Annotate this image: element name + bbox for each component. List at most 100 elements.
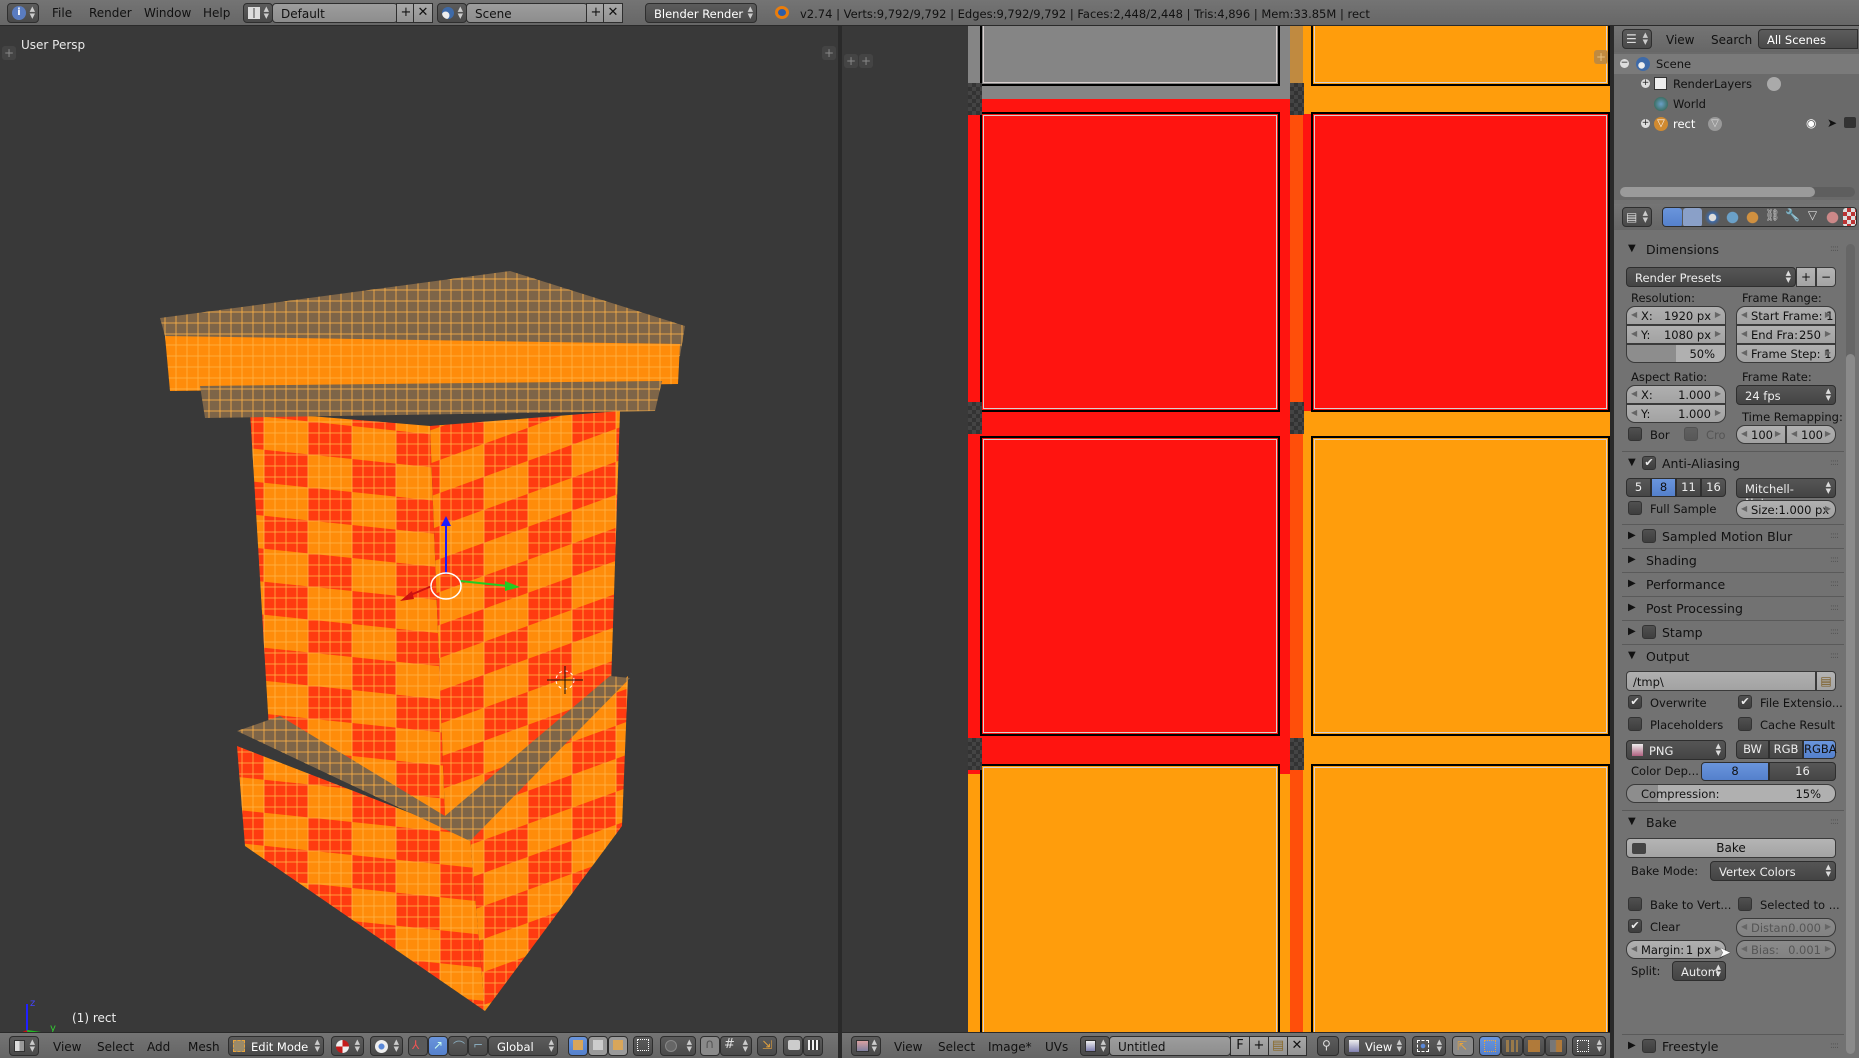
screen-layout-selector[interactable]: ▲ ▼ (243, 3, 273, 23)
outliner-display-mode-dropdown[interactable]: All Scenes (1758, 29, 1858, 49)
scene-tab-icon[interactable] (1703, 208, 1722, 226)
menu-help[interactable]: Help (203, 6, 230, 20)
renderlayers-tab-icon[interactable] (1683, 208, 1702, 226)
sticky-selection-dropdown[interactable]: ▲ ▼ (1572, 1036, 1606, 1056)
anti-aliasing-checkbox[interactable]: ✔ (1642, 456, 1656, 470)
outliner-menu-search[interactable]: Search (1711, 33, 1752, 47)
file-extension-checkbox[interactable]: ✔ (1738, 695, 1752, 709)
3d-viewport[interactable]: User Persp + + z y (1) rect (0, 26, 838, 1032)
open-image-button[interactable]: ▤ (1268, 1036, 1288, 1056)
translate-manipulator-button[interactable]: ↗ (428, 1036, 448, 1056)
compression-slider[interactable]: Compression: 15% (1626, 784, 1836, 803)
margin-field[interactable]: ◀ Margin: 1 px ▶ (1626, 940, 1726, 959)
uv-menu-select[interactable]: Select (938, 1040, 975, 1054)
editor-type-3d-view-button[interactable]: ▲ ▼ (9, 1036, 39, 1056)
start-frame-field[interactable]: ◀ Start Frame: 1 ▶ (1736, 306, 1836, 325)
selectability-cursor-icon[interactable]: ➤ (1827, 116, 1837, 130)
output-path-field[interactable]: /tmp\ (1626, 671, 1816, 691)
constraints-tab-icon[interactable]: ⛓ (1763, 208, 1782, 226)
color-mode-bw[interactable]: BW (1736, 740, 1769, 759)
properties-expand-icon[interactable]: + (1594, 50, 1608, 64)
freestyle-checkbox[interactable] (1642, 1039, 1656, 1053)
new-image-button[interactable]: + (1249, 1036, 1269, 1056)
rotate-manipulator-button[interactable]: ⌒ (448, 1036, 468, 1056)
outliner-item-world[interactable]: World (1614, 94, 1859, 114)
render-engine-dropdown[interactable]: Blender Render ▲ ▼ (645, 3, 757, 23)
uv-island[interactable] (980, 112, 1280, 412)
editor-type-uv-button[interactable]: ▲ ▼ (851, 1036, 881, 1056)
drag-grip-icon[interactable]: :::: (1830, 627, 1839, 637)
pin-image-button[interactable]: ⚲ (1317, 1036, 1339, 1056)
color-mode-rgba[interactable]: RGBA (1803, 740, 1837, 759)
mode-dropdown[interactable]: Edit Mode ▲ ▼ (228, 1036, 324, 1056)
vertex-select-mode-button[interactable] (568, 1036, 588, 1056)
menu-render[interactable]: Render (89, 6, 132, 20)
aa-samples-5[interactable]: 5 (1626, 478, 1651, 497)
uv-island-select-button[interactable] (1545, 1036, 1567, 1056)
snap-element-dropdown[interactable]: # ▲ ▼ (720, 1036, 752, 1056)
view3d-menu-view[interactable]: View (53, 1040, 81, 1054)
drag-grip-icon[interactable]: :::: (1830, 651, 1839, 661)
file-format-dropdown[interactable]: PNG ▲ ▼ (1626, 740, 1726, 760)
remove-scene-button[interactable]: ✕ (603, 3, 623, 23)
resolution-x-field[interactable]: ◀ X: 1920 px ▶ (1626, 306, 1726, 325)
fake-user-button[interactable]: F (1230, 1036, 1250, 1056)
panel-header-shading[interactable]: ▶ Shading :::: (1622, 548, 1844, 572)
split-mode-dropdown[interactable]: Autom ▲ ▼ (1672, 961, 1726, 981)
proportional-editing-dropdown[interactable]: ▲ ▼ (660, 1036, 696, 1056)
remove-screen-button[interactable]: ✕ (413, 3, 433, 23)
menu-window[interactable]: Window (144, 6, 191, 20)
sync-selection-button[interactable]: ⇱ (1452, 1036, 1474, 1056)
manipulator-toggle[interactable]: ⅄ (408, 1036, 428, 1056)
drag-grip-icon[interactable]: :::: (1830, 579, 1839, 589)
image-canvas[interactable] (968, 26, 1610, 1032)
outliner-scrollbar[interactable] (1620, 187, 1855, 197)
limit-selection-visible-button[interactable] (633, 1036, 653, 1056)
drag-grip-icon[interactable]: :::: (1830, 555, 1839, 565)
aa-filter-dropdown[interactable]: Mitchell-Netra...▲▼ (1736, 478, 1836, 510)
editor-type-info-button[interactable]: i ▲ ▼ (7, 3, 39, 23)
uv-face-select-button[interactable] (1523, 1036, 1545, 1056)
editor-type-outliner-button[interactable]: ☰ ▲ ▼ (1622, 29, 1652, 49)
color-depth-8[interactable]: 8 (1701, 762, 1769, 781)
renderability-camera-icon[interactable] (1844, 117, 1856, 128)
resolution-percentage-slider[interactable]: 50% (1626, 344, 1726, 363)
outliner-menu-view[interactable]: View (1666, 33, 1694, 47)
panel-header-performance[interactable]: ▶ Performance :::: (1622, 572, 1844, 596)
collapse-icon[interactable]: − (1620, 59, 1629, 68)
uv-menu-uvs[interactable]: UVs (1045, 1040, 1068, 1054)
editor-type-properties-button[interactable]: ▤ ▲ ▼ (1622, 207, 1652, 227)
aspect-y-field[interactable]: ◀ Y: 1.000 ▶ (1626, 404, 1726, 423)
drag-grip-icon[interactable]: :::: (1830, 1041, 1839, 1051)
modifiers-wrench-tab-icon[interactable]: 🔧 (1783, 208, 1802, 226)
uv-island[interactable] (1311, 112, 1610, 412)
frame-rate-dropdown[interactable]: 24 fps ▲ ▼ (1736, 385, 1836, 405)
full-sample-checkbox[interactable] (1628, 501, 1642, 515)
aa-samples-8[interactable]: 8 (1651, 478, 1676, 497)
aa-filter-size-field[interactable]: ◀ Size:1.000 px ▶ (1736, 500, 1836, 519)
menu-file[interactable]: File (52, 6, 72, 20)
image-name-field[interactable]: Untitled (1109, 1036, 1231, 1056)
browse-output-path-button[interactable]: ▤ (1816, 671, 1836, 691)
properties-scrollbar[interactable] (1846, 244, 1855, 1054)
opengl-render-animation-button[interactable] (803, 1036, 823, 1056)
uv-island[interactable] (980, 764, 1280, 1032)
world-tab-icon[interactable] (1723, 208, 1742, 226)
view3d-menu-select[interactable]: Select (97, 1040, 134, 1054)
pivot-point-dropdown[interactable]: ▲ ▼ (370, 1036, 403, 1056)
cache-result-checkbox[interactable] (1738, 717, 1752, 731)
face-select-mode-button[interactable] (608, 1036, 628, 1056)
drag-grip-icon[interactable]: :::: (1830, 531, 1839, 541)
color-mode-rgb[interactable]: RGB (1769, 740, 1803, 759)
drag-grip-icon[interactable]: :::: (1830, 458, 1839, 468)
aspect-x-field[interactable]: ◀ X: 1.000 ▶ (1626, 385, 1726, 404)
overwrite-checkbox[interactable]: ✔ (1628, 695, 1642, 709)
render-tab-icon[interactable] (1663, 208, 1682, 226)
uv-image-editor[interactable]: + + + (842, 26, 1610, 1032)
scopes-expand-icon[interactable]: + (859, 54, 873, 68)
view3d-menu-add[interactable]: Add (147, 1040, 170, 1054)
scene-field[interactable]: Scene (466, 3, 588, 23)
color-depth-16[interactable]: 16 (1769, 762, 1836, 781)
aa-samples-11[interactable]: 11 (1676, 478, 1701, 497)
panel-header-anti-aliasing[interactable]: ▼ ✔ Anti-Aliasing :::: (1622, 451, 1844, 475)
